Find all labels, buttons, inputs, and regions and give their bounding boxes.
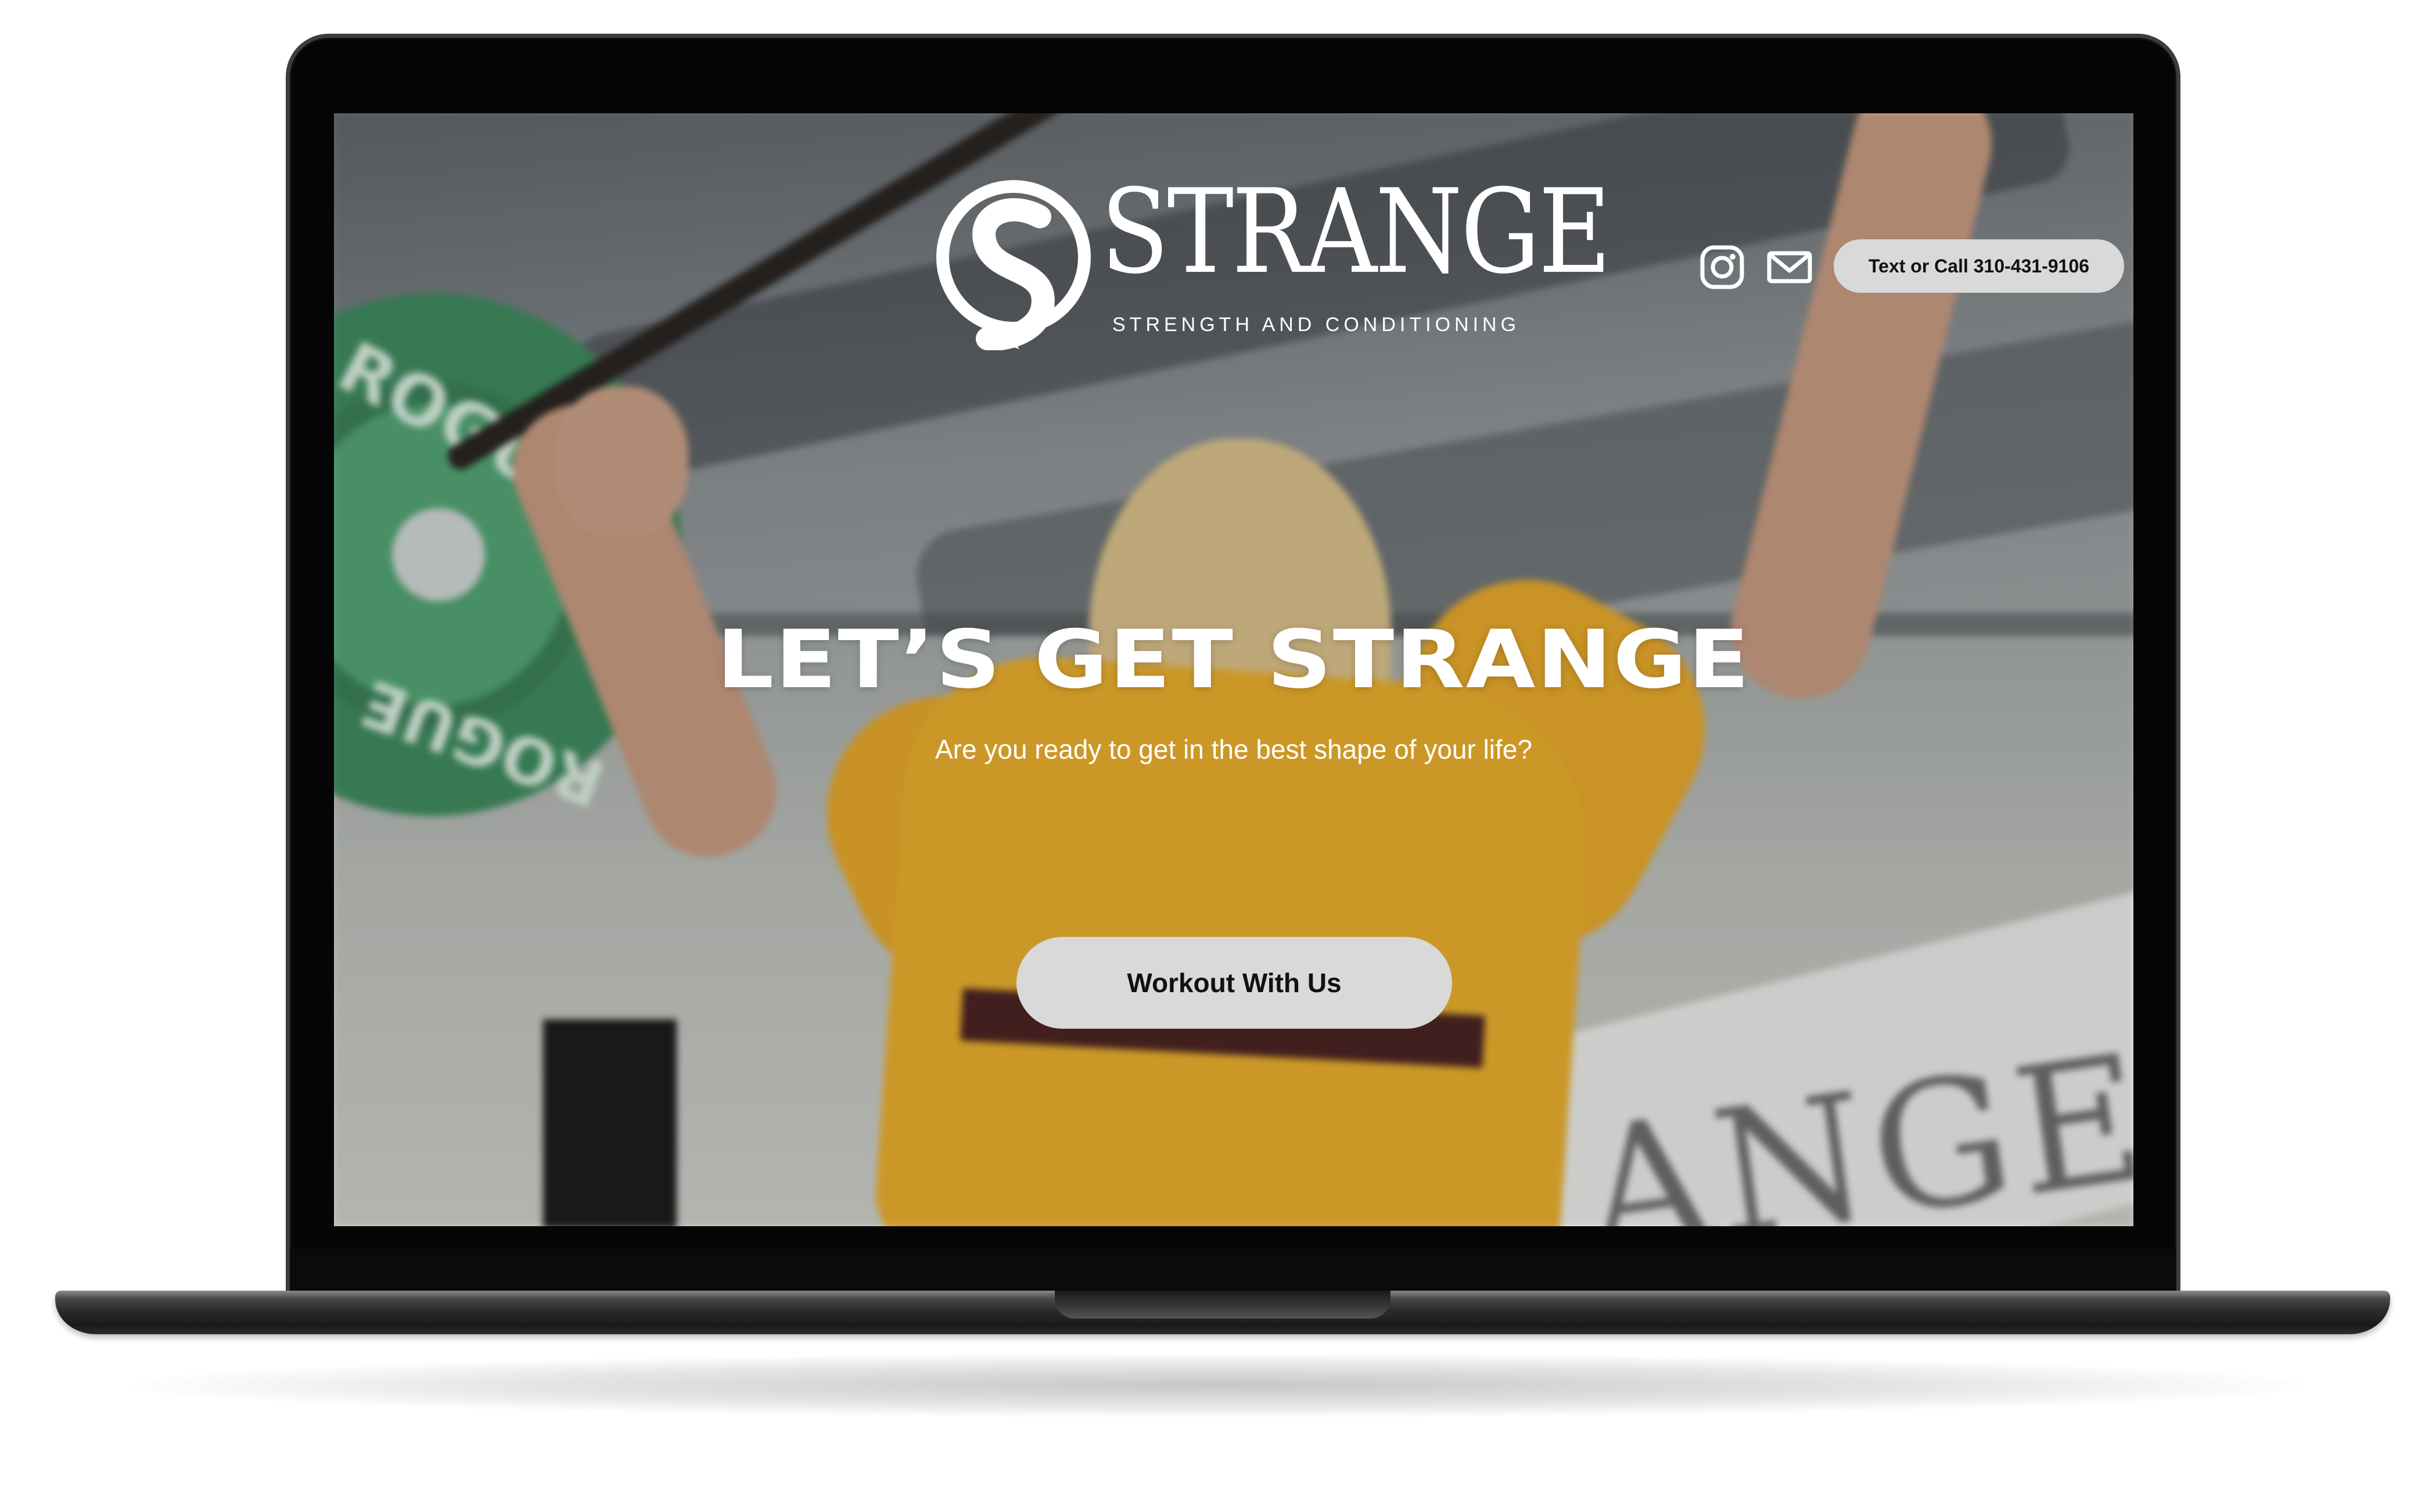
brand-wordmark[interactable]: STRANGE (1101, 171, 1611, 293)
website-screen: ANGE ROGUE ROGUE STRANGE STRENGTH AND CO… (334, 113, 2133, 1226)
logo-s-mark-icon[interactable] (932, 176, 1095, 350)
hero-subtitle: Are you ready to get in the best shape o… (935, 734, 1532, 764)
laptop-chin (290, 1249, 2176, 1294)
hero-title: LET’S GET STRANGE (716, 613, 1751, 706)
instagram-icon[interactable] (1699, 244, 1745, 290)
laptop-shadow (128, 1353, 2306, 1417)
brand-tagline: STRENGTH AND CONDITIONING (1112, 314, 1521, 336)
social-links (1699, 244, 1813, 290)
laptop-notch (1055, 1291, 1391, 1319)
mail-icon[interactable] (1766, 244, 1813, 290)
workout-with-us-button[interactable]: Workout With Us (1016, 937, 1452, 1029)
text-or-call-button[interactable]: Text or Call 310-431-9106 (1834, 239, 2124, 293)
